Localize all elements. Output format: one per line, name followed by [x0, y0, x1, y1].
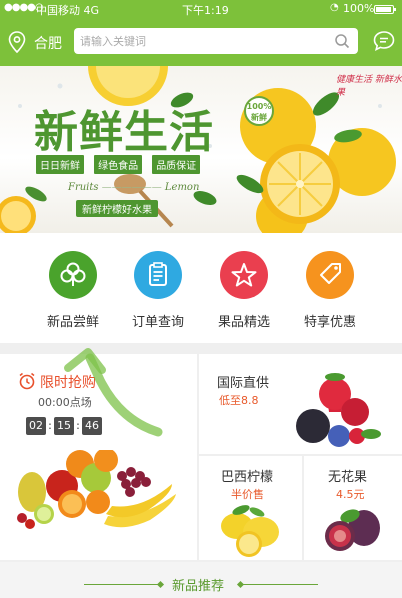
battery-percent: 100%: [343, 2, 375, 15]
lemon-subtitle: 半价售: [231, 488, 264, 501]
banner-sub-right: Lemon: [164, 182, 200, 193]
international-supply-card[interactable]: 国际直供 低至8.8: [199, 354, 402, 454]
search-icon[interactable]: [334, 33, 350, 49]
app-screen: ●●●●○ 中国移动 4G 下午1:19 ◔ 100% 合肥 请输入关键词 健康…: [0, 0, 402, 598]
intl-subtitle: 低至8.8: [219, 394, 259, 407]
fig-title: 无花果: [328, 470, 368, 485]
banner-subtitle: Fruits —————— Lemon: [68, 182, 200, 193]
quick-nav: 新品尝鲜 订单查询 果品精选 特享优惠: [0, 233, 402, 343]
search-input[interactable]: [80, 32, 320, 50]
nav-label: 订单查询: [131, 315, 184, 330]
nav-label: 果品精选: [217, 315, 270, 330]
price-tag-icon: [306, 251, 354, 299]
countdown-timer: 02:15:46: [26, 414, 102, 435]
badge-percent: 100%: [246, 102, 272, 111]
search-bar[interactable]: [74, 28, 358, 54]
countdown-minutes: 15: [54, 417, 74, 435]
star-icon: [220, 251, 268, 299]
rotation-lock-icon: ◔: [330, 2, 339, 13]
recommend-title: 新品推荐: [172, 579, 225, 594]
promo-grid: 限时抢购 00:00点场 02:15:46 国际直供 低至8.8 巴西柠檬 半价…: [0, 354, 402, 560]
nav-label: 新品尝鲜: [46, 315, 99, 330]
divider-dot: [156, 580, 165, 589]
chat-bubble-icon[interactable]: [372, 29, 396, 53]
intl-title: 国际直供: [217, 376, 270, 391]
nav-order-query[interactable]: 订单查询: [118, 251, 198, 330]
flash-sale-card[interactable]: 限时抢购 00:00点场 02:15:46: [0, 354, 197, 560]
promo-banner[interactable]: 健康生活 新鲜水果 100% 新鲜 新鲜生活 日日新鲜 绿色食品 品质保证 Fr…: [0, 66, 402, 233]
flash-sale-session: 00:00点场: [38, 396, 92, 409]
banner-script-text: 健康生活 新鲜水果: [336, 75, 402, 98]
recommend-section-header: 新品推荐: [0, 562, 402, 598]
fruit-assortment-image: [17, 450, 176, 529]
fresh-badge: 100% 新鲜: [244, 96, 274, 126]
nav-selected-fruits[interactable]: 果品精选: [204, 251, 284, 330]
fig-subtitle: 4.5元: [336, 488, 365, 501]
status-time: 下午1:19: [182, 4, 229, 17]
carousel-indicator[interactable]: [186, 224, 231, 233]
berries-image: [296, 373, 381, 447]
banner-sub-left: Fruits: [68, 182, 99, 193]
badge-text: 新鲜: [251, 113, 267, 122]
banner-slogan: 新鲜柠檬好水果: [76, 200, 158, 217]
brazil-lemon-card[interactable]: 巴西柠檬 半价售: [199, 456, 302, 560]
countdown-seconds: 46: [82, 417, 102, 435]
fig-image: [325, 509, 380, 551]
banner-tag: 日日新鲜: [36, 155, 84, 174]
nav-label: 特享优惠: [303, 315, 356, 330]
battery-icon: [374, 5, 396, 14]
fig-card[interactable]: 无花果 4.5元: [304, 456, 402, 560]
divider: [242, 584, 318, 585]
clover-icon: [49, 251, 97, 299]
nav-new-products[interactable]: 新品尝鲜: [33, 251, 113, 330]
city-selector[interactable]: 合肥: [34, 33, 62, 53]
divider: [84, 584, 160, 585]
banner-tag: 品质保证: [152, 155, 201, 174]
app-header: 合肥: [0, 18, 402, 66]
lemon-image: [221, 505, 279, 557]
lemon-title: 巴西柠檬: [221, 470, 274, 485]
clipboard-icon: [134, 251, 182, 299]
alarm-clock-icon: [19, 372, 35, 390]
nav-special-offers[interactable]: 特享优惠: [290, 251, 370, 330]
banner-title: 新鲜生活: [34, 107, 214, 158]
banner-tags: 日日新鲜 绿色食品 品质保证: [36, 154, 205, 174]
carrier-label: 中国移动 4G: [36, 4, 100, 17]
banner-tag: 绿色食品: [94, 155, 143, 174]
flash-sale-title: 限时抢购: [40, 375, 96, 391]
location-pin-icon[interactable]: [8, 31, 26, 53]
countdown-hours: 02: [26, 417, 46, 435]
status-bar: ●●●●○ 中国移动 4G 下午1:19 ◔ 100%: [0, 0, 402, 18]
